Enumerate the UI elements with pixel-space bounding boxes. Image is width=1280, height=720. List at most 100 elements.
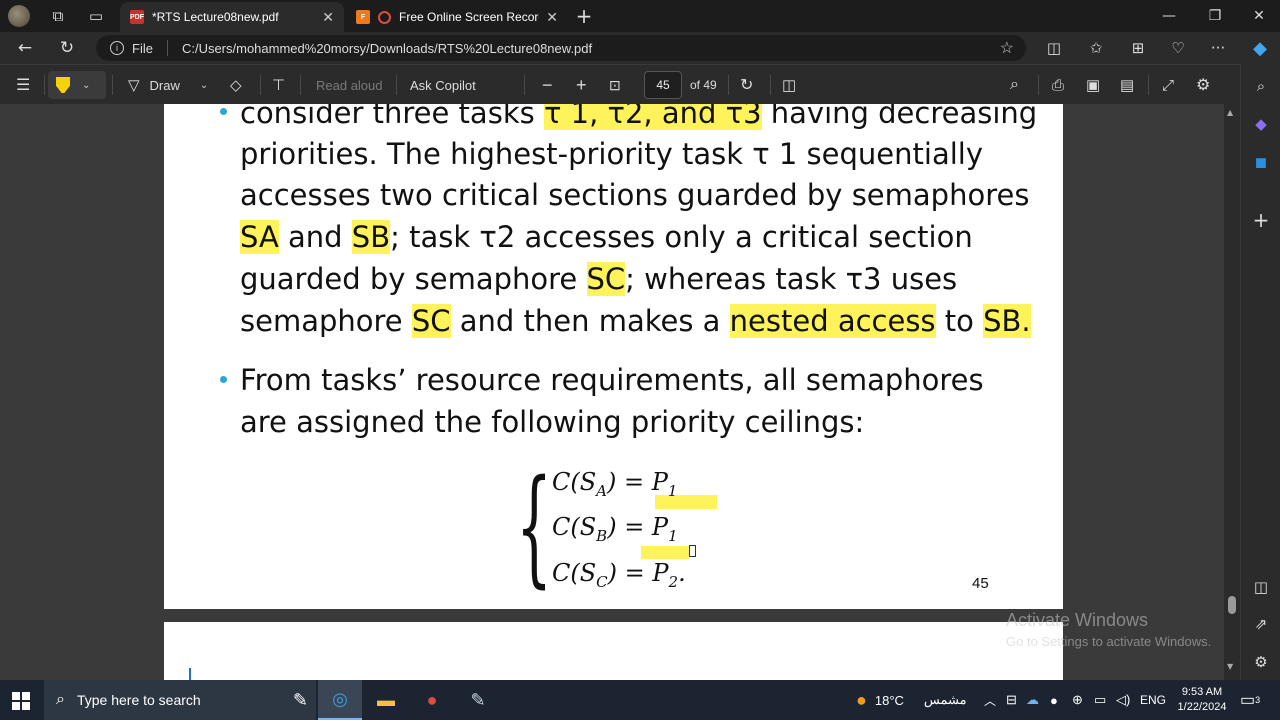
orange-app-icon: F — [356, 10, 370, 24]
settings-gear-icon[interactable]: ⚙ — [1241, 644, 1280, 680]
paint-icon[interactable]: ✎ — [456, 680, 500, 720]
edge-app-icon[interactable]: ◎ — [318, 680, 362, 720]
outlook-icon[interactable]: ◼ — [1241, 144, 1280, 180]
zoom-out-icon[interactable]: − — [542, 65, 553, 105]
pdf-page: consider three tasks τ 1, τ2, and τ3 hav… — [164, 104, 1063, 609]
text-box-icon[interactable]: ⊤ — [272, 65, 285, 105]
tab-pdf[interactable]: PDF *RTS Lecture08new.pdf ✕ — [120, 2, 344, 32]
url-text[interactable]: C:/Users/mohammed%20morsy/Downloads/RTS%… — [182, 41, 592, 56]
settings-gear-icon[interactable]: ⚙ — [1196, 65, 1210, 105]
tab-recorder[interactable]: F Free Online Screen Recorde ✕ — [346, 2, 568, 32]
rotate-icon[interactable]: ↻ — [740, 65, 753, 105]
notification-icon[interactable]: ▭ 3 — [1240, 680, 1260, 720]
back-icon[interactable]: ← — [8, 32, 42, 64]
sidebar-panel-icon[interactable]: ◫ — [1241, 569, 1280, 605]
highlighted-text: nested access — [729, 304, 936, 338]
divider — [112, 75, 113, 95]
close-window-icon[interactable]: ✕ — [1236, 0, 1280, 32]
eraser-icon[interactable]: ◇ — [230, 65, 242, 105]
weather-widget[interactable]: ● 18°C مشمس — [856, 680, 967, 720]
highlight-mark — [641, 546, 689, 559]
text: and — [278, 220, 352, 254]
restore-icon[interactable]: ❐ — [1192, 0, 1238, 32]
highlighted-text: SA — [240, 220, 279, 254]
more-menu-icon[interactable]: ··· — [1198, 32, 1238, 64]
chevron-down-icon[interactable]: ⌄ — [200, 80, 208, 91]
url-field[interactable]: i File C:/Users/mohammed%20morsy/Downloa… — [96, 35, 1026, 61]
text: guarded by semaphore — [240, 262, 587, 296]
profile-avatar[interactable] — [8, 5, 30, 27]
onedrive-icon[interactable]: ☁ — [1026, 680, 1039, 720]
taskbar-search[interactable]: ⌕ Type here to search ✎ — [44, 680, 316, 720]
activation-watermark: Activate Windows Go to Settings to activ… — [1006, 610, 1211, 649]
print-icon[interactable]: ⎙ — [1052, 65, 1064, 105]
chevron-down-icon[interactable]: ⌄ — [82, 80, 90, 91]
draw-button[interactable]: ▽ Draw ⌄ — [128, 65, 208, 105]
contents-icon[interactable]: ☰ — [16, 65, 30, 105]
add-icon[interactable]: + — [1241, 202, 1280, 238]
page-total: of 49 — [690, 78, 717, 92]
text-cursor-icon — [689, 545, 696, 557]
read-aloud-button[interactable]: Read aloud — [316, 65, 383, 105]
info-icon[interactable]: i — [110, 41, 124, 55]
weather-text: مشمس — [923, 692, 967, 707]
highlighted-text: SC — [411, 304, 451, 338]
paragraph-line: priorities. The highest-priority task τ … — [240, 137, 983, 171]
save-as-icon[interactable]: ▤ — [1120, 65, 1134, 105]
text: semaphore — [240, 304, 412, 338]
paragraph-line: From tasks’ resource requirements, all s… — [240, 363, 984, 397]
page-number: 45 — [972, 575, 989, 592]
scrollbar[interactable]: ▲ ▼ — [1224, 104, 1240, 680]
pdf-viewer[interactable]: consider three tasks τ 1, τ2, and τ3 hav… — [0, 104, 1240, 680]
close-tab-icon[interactable]: ✕ — [546, 9, 558, 26]
network-icon[interactable]: ▭ — [1094, 680, 1106, 720]
split-screen-icon[interactable]: ◫ — [1034, 32, 1074, 64]
copilot-sidebar-icon[interactable]: ◆ — [1241, 106, 1280, 142]
fit-page-icon[interactable]: ⊡ — [609, 65, 621, 105]
tab-actions-icon[interactable]: ▭ — [80, 0, 112, 32]
language-indicator[interactable]: ENG — [1140, 680, 1166, 720]
microphone-icon[interactable]: ● — [1050, 680, 1058, 720]
close-tab-icon[interactable]: ✕ — [322, 9, 334, 26]
hidden-icons-chevron-icon[interactable]: ︿ — [984, 680, 996, 720]
page-number-input[interactable]: 45 — [644, 71, 682, 99]
page-view-icon[interactable]: ◫ — [782, 65, 796, 105]
favorites-icon[interactable]: ✩ — [1076, 32, 1116, 64]
sun-icon: ● — [856, 689, 867, 710]
workspaces-icon[interactable]: ⧉ — [42, 0, 74, 32]
fullscreen-icon[interactable]: ⤢ — [1162, 65, 1174, 105]
scroll-up-icon[interactable]: ▲ — [1227, 108, 1233, 117]
health-icon[interactable]: ♡ — [1158, 32, 1198, 64]
zoom-in-icon[interactable]: + — [576, 65, 587, 105]
paragraph-line: semaphore SC and then makes a nested acc… — [240, 300, 1031, 342]
tray-icon-app[interactable]: ⊟ — [1006, 680, 1017, 720]
left-brace: { — [516, 453, 553, 600]
volume-icon[interactable]: ◁) — [1116, 680, 1130, 720]
refresh-icon[interactable]: ↻ — [50, 32, 84, 64]
bullet-dot — [220, 376, 227, 383]
new-tab-icon[interactable]: + — [568, 0, 600, 32]
external-link-icon[interactable]: ⇗ — [1241, 606, 1280, 642]
copilot-icon[interactable]: ◆ — [1240, 32, 1280, 64]
scroll-down-icon[interactable]: ▼ — [1227, 662, 1233, 671]
scroll-thumb[interactable] — [1228, 596, 1236, 614]
edge-sidebar: ⌕ ◆ ◼ + ◫ ⇗ ⚙ — [1240, 64, 1280, 680]
file-explorer-icon[interactable]: ▬ — [364, 680, 408, 720]
collections-icon[interactable]: ⊞ — [1118, 32, 1158, 64]
paragraph-line: are assigned the following priority ceil… — [240, 405, 865, 439]
taskbar: ⌕ Type here to search ✎ ◎ ▬ ● ✎ ● 18°C م… — [0, 680, 1280, 720]
windows-start-icon[interactable] — [12, 692, 30, 710]
bullet-dot — [220, 108, 227, 115]
input-method-icon[interactable]: ⊕ — [1072, 680, 1083, 720]
pdf-icon: PDF — [130, 10, 144, 24]
pdf-next-page — [164, 622, 1063, 680]
highlight-button[interactable]: ⌄ — [48, 71, 106, 99]
favorite-star-icon[interactable]: ☆ — [1000, 38, 1014, 58]
save-icon[interactable]: ▣ — [1086, 65, 1100, 105]
clock[interactable]: 9:53 AM 1/22/2024 — [1172, 685, 1232, 715]
chrome-icon[interactable]: ● — [410, 680, 454, 720]
minimize-icon[interactable]: — — [1146, 0, 1192, 32]
search-icon[interactable]: ⌕ — [1241, 68, 1280, 104]
search-icon[interactable]: ⌕ — [1010, 65, 1019, 105]
ask-copilot-button[interactable]: Ask Copilot — [410, 65, 476, 105]
